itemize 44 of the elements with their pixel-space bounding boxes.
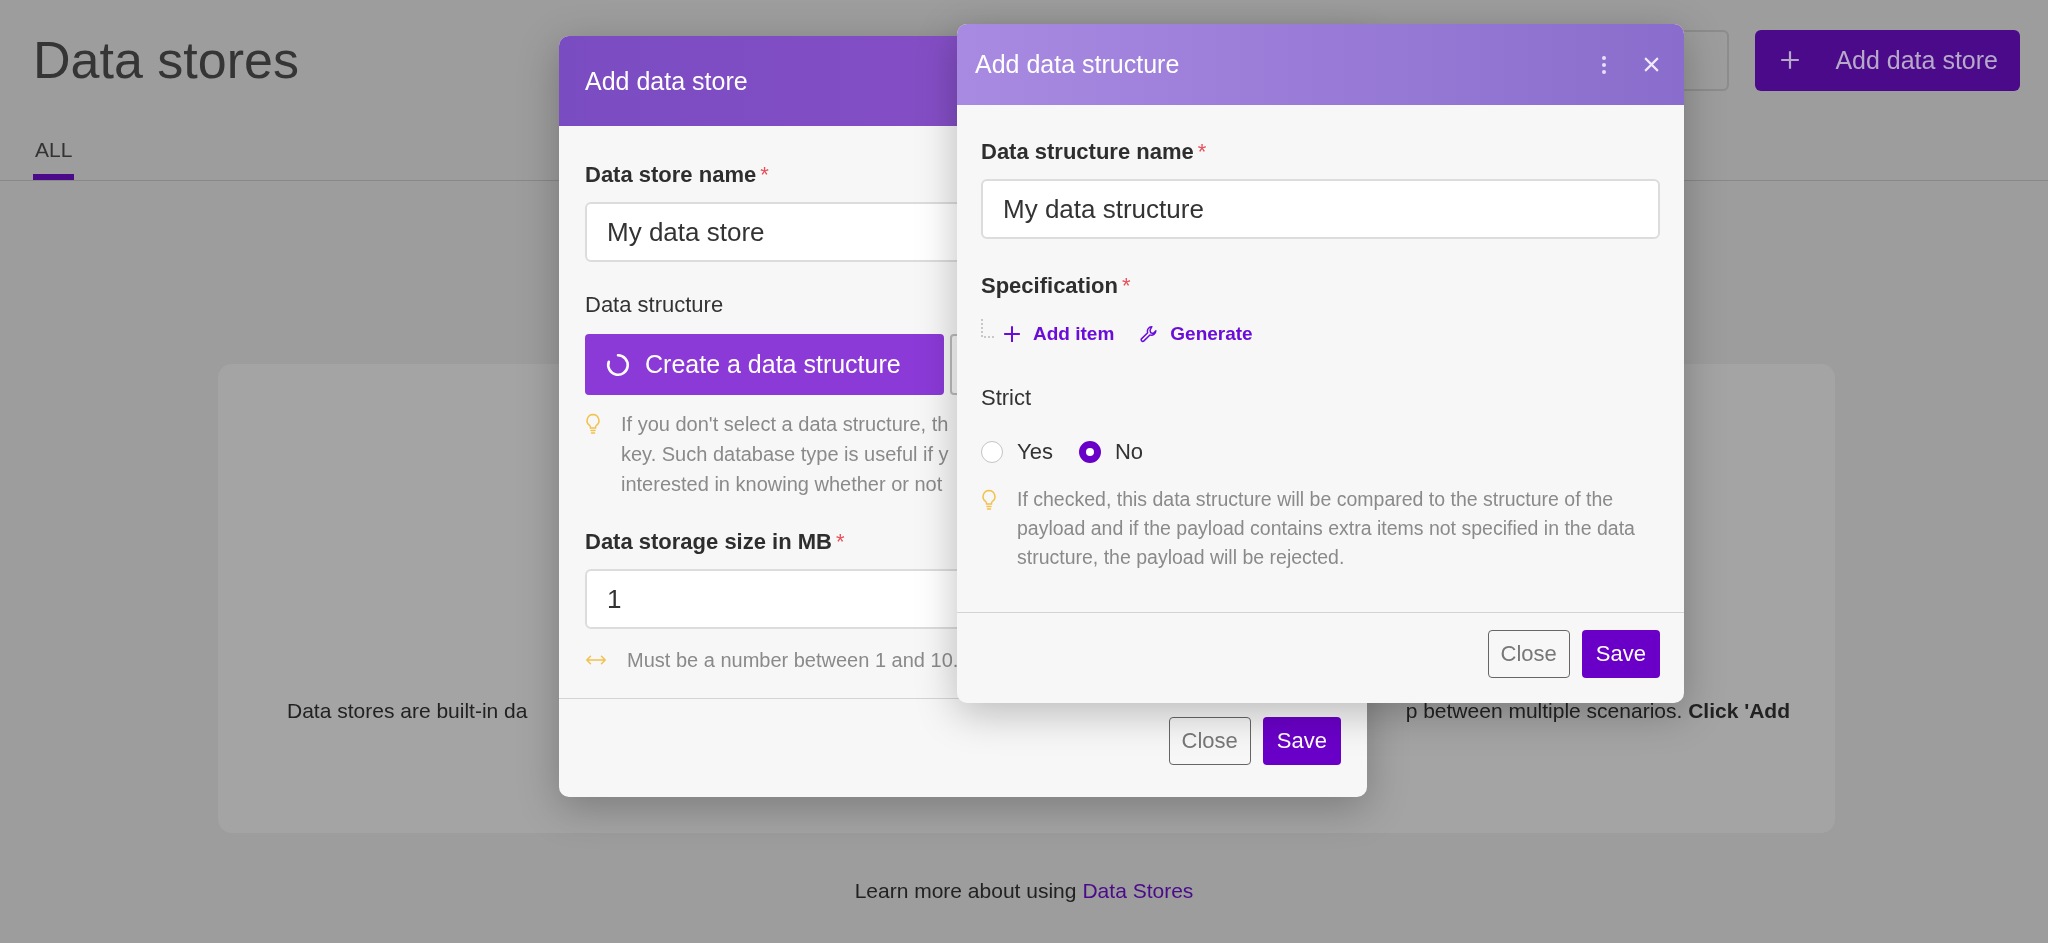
data-stores-link[interactable]: Data Stores	[1082, 879, 1194, 902]
lightbulb-icon	[585, 413, 601, 435]
field-label: Specification	[981, 273, 1118, 299]
name-input[interactable]: My data structure	[981, 179, 1660, 239]
tab[interactable]: ALL	[33, 130, 75, 180]
close-button[interactable]: Close	[1487, 630, 1570, 678]
double-arrow-icon	[585, 654, 607, 666]
dialog-title: Add data structure	[975, 50, 1181, 79]
description-text: Data stores are built-in da	[287, 699, 528, 723]
required-mark: *	[760, 162, 769, 188]
field-label: Data structure	[585, 292, 724, 318]
field-label: Strict	[981, 385, 1032, 411]
page-title: Data stores	[33, 30, 299, 90]
plus-icon	[1779, 49, 1802, 71]
hint-text: interested in knowing whether or not	[621, 472, 944, 497]
plus-icon	[1003, 325, 1021, 343]
tree-line-icon	[981, 319, 997, 339]
close-icon[interactable]	[1643, 56, 1660, 73]
field-label: Data structure name	[981, 139, 1194, 165]
more-icon[interactable]	[1601, 54, 1607, 75]
add-data-store-button[interactable]: Add data store	[1755, 29, 2020, 91]
save-button[interactable]: Save	[1581, 630, 1660, 678]
lightbulb-icon	[981, 489, 997, 511]
wrench-icon	[1140, 325, 1159, 343]
dialog-title: Add data store	[585, 66, 749, 96]
create-data-structure-button[interactable]: Create a data structure	[585, 334, 944, 395]
hint-text: key. Such database type is useful if y	[621, 442, 949, 467]
generate-button[interactable]: Generate	[1140, 323, 1253, 345]
field-label: Data storage size in MB	[585, 529, 832, 555]
radio-option[interactable]: Yes	[981, 439, 1053, 465]
hint-text: Must be a number between 1 and 10.	[627, 648, 959, 673]
spinner-icon	[605, 351, 631, 378]
hint-text: If you don't select a data structure, th	[621, 412, 949, 437]
close-button[interactable]: Close	[1168, 717, 1251, 765]
add-item-button[interactable]: Add item	[1003, 323, 1115, 345]
radio-option[interactable]: No	[1078, 439, 1143, 465]
learn-more-text: Learn more about using	[854, 879, 1077, 902]
save-button[interactable]: Save	[1262, 717, 1341, 765]
required-mark: *	[1121, 273, 1131, 299]
description-text: p between multiple scenarios. Click 'Add	[1405, 699, 1790, 723]
required-mark: *	[835, 529, 845, 555]
hint-text: If checked, this data structure will be compared to the structure of the payload and if the payload contains extra items not specified in the data structure, the payload will be rejected.	[1017, 487, 1636, 570]
required-mark: *	[1197, 139, 1207, 165]
field-label: Data store name	[585, 162, 757, 188]
